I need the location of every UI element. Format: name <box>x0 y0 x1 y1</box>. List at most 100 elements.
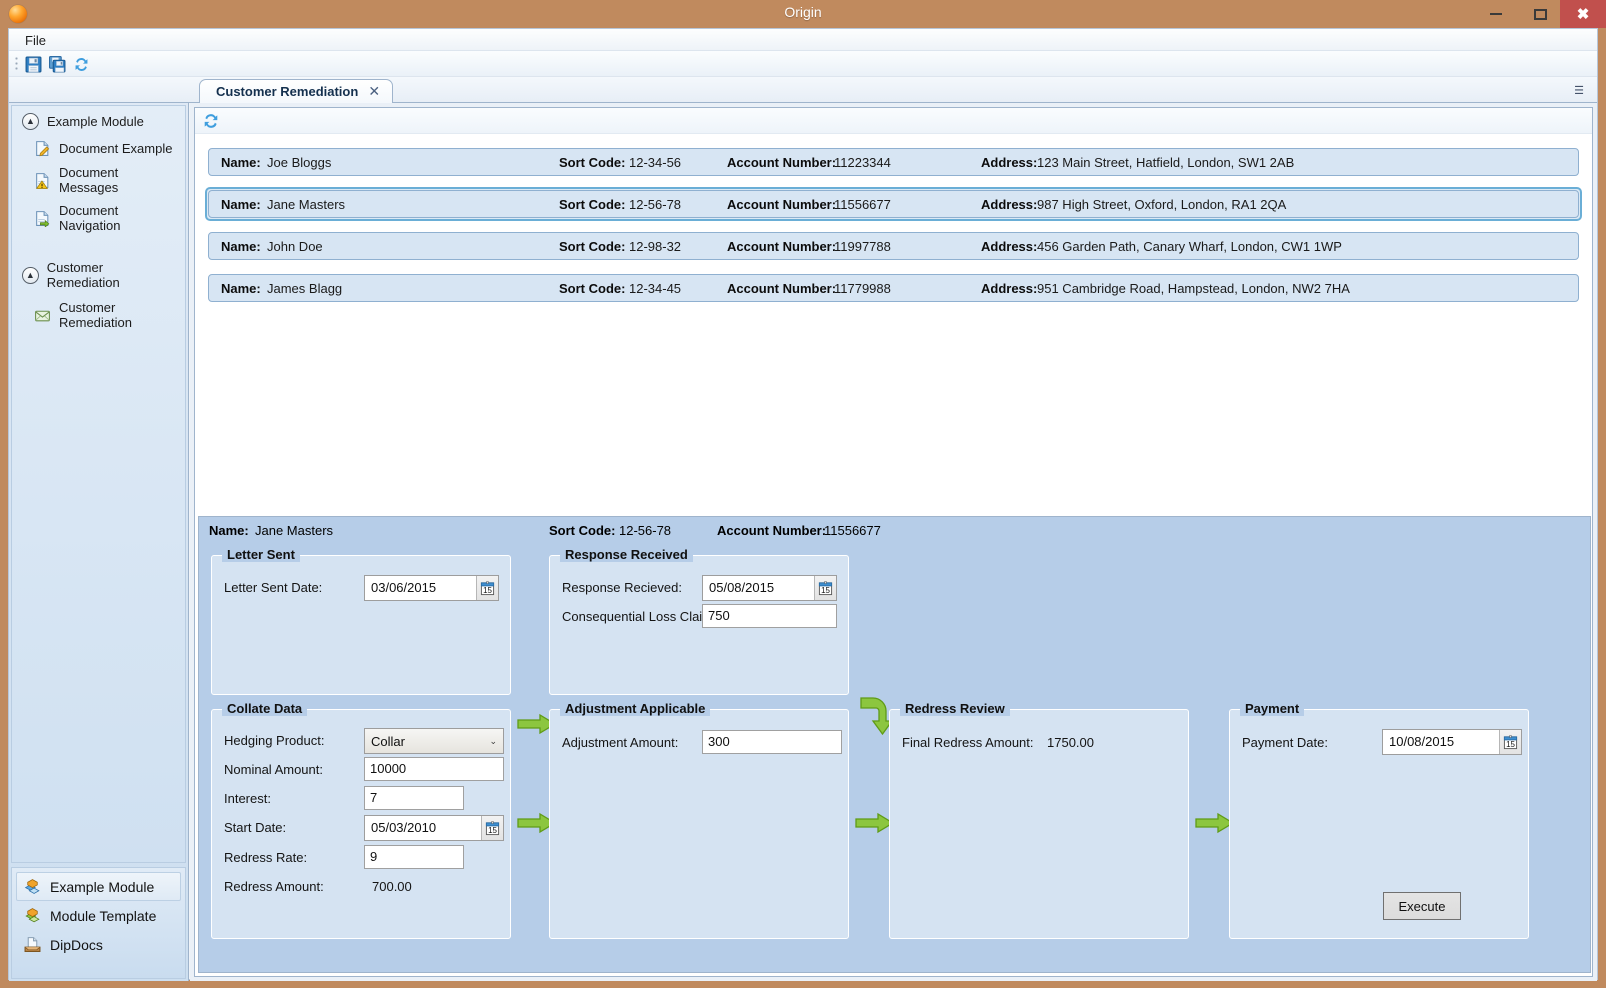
adjustment-applicable-group: Adjustment Applicable Adjustment Amount:… <box>549 709 849 939</box>
account-number-value: 11779988 <box>834 281 891 296</box>
sidebar-group-example-module[interactable]: ▲ Example Module <box>12 106 185 136</box>
letter-sent-date-value[interactable]: 03/06/2015 <box>365 576 476 600</box>
start-date-value[interactable]: 05/03/2010 <box>365 816 481 840</box>
table-row[interactable]: Name: John Doe Sort Code: 12-98-32 Accou… <box>208 232 1579 260</box>
letter-sent-date-picker[interactable]: 03/06/2015 15 <box>364 575 499 601</box>
customer-row-wrapper[interactable]: Name: John Doe Sort Code: 12-98-32 Accou… <box>205 229 1582 263</box>
redress-rate-input[interactable]: 9 <box>364 845 464 869</box>
sidebar-item-document-example[interactable]: Document Example <box>12 136 185 161</box>
refresh-icon <box>202 112 220 130</box>
calendar-icon[interactable]: 15 <box>481 816 503 840</box>
sidebar-item-customer-remediation[interactable]: Customer Remediation <box>12 296 185 334</box>
module-item-label: DipDocs <box>50 937 103 953</box>
detail-name-label: Name: <box>209 523 249 538</box>
name-value: Joe Bloggs <box>267 155 331 170</box>
maximize-button[interactable] <box>1518 0 1562 28</box>
refresh-button[interactable] <box>201 111 221 131</box>
payment-date-picker[interactable]: 10/08/2015 15 <box>1382 729 1522 755</box>
address-label: Address: <box>981 281 1037 296</box>
address-label: Address: <box>981 239 1037 254</box>
payment-date-label: Payment Date: <box>1242 735 1328 750</box>
collate-data-legend: Collate Data <box>222 701 307 716</box>
customer-row-wrapper[interactable]: Name: James Blagg Sort Code: 12-34-45 Ac… <box>205 271 1582 305</box>
response-received-date-picker[interactable]: 05/08/2015 15 <box>702 575 837 601</box>
nominal-amount-input[interactable]: 10000 <box>364 757 504 781</box>
name-label: Name: <box>221 197 261 212</box>
close-button[interactable]: ✖ <box>1560 0 1606 28</box>
content-toolbar <box>195 108 1592 134</box>
toolbar-grip[interactable] <box>15 56 18 72</box>
document-surface: Name: Joe Bloggs Sort Code: 12-34-56 Acc… <box>194 107 1593 977</box>
adjustment-amount-input[interactable]: 300 <box>702 730 842 754</box>
account-number-value: 11556677 <box>834 197 891 212</box>
document-edit-icon <box>34 140 51 157</box>
payment-date-value[interactable]: 10/08/2015 <box>1383 730 1499 754</box>
tab-overflow-menu-icon[interactable]: ☰ <box>1571 83 1587 97</box>
letter-sent-date-label: Letter Sent Date: <box>224 580 322 595</box>
module-item-dipdocs[interactable]: DipDocs <box>16 930 181 959</box>
sidebar-spacer <box>12 237 185 253</box>
svg-text:15: 15 <box>821 586 830 595</box>
table-row[interactable]: Name: Joe Bloggs Sort Code: 12-34-56 Acc… <box>208 148 1579 176</box>
response-received-group: Response Received Response Recieved: 05/… <box>549 555 849 695</box>
account-number-label: Account Number: <box>727 197 836 212</box>
account-number-value: 11223344 <box>834 155 891 170</box>
name-label: Name: <box>221 239 261 254</box>
hedging-product-select[interactable]: Collar ⌄ <box>364 728 504 754</box>
sidebar-item-document-navigation[interactable]: Document Navigation <box>12 199 185 237</box>
sidebar-item-document-messages[interactable]: Document Messages <box>12 161 185 199</box>
address-value: 123 Main Street, Hatfield, London, SW1 2… <box>1037 155 1294 170</box>
module-blue-icon <box>24 878 41 895</box>
final-redress-amount-label: Final Redress Amount: <box>902 735 1034 750</box>
table-row[interactable]: Name: Jane Masters Sort Code: 12-56-78 A… <box>208 190 1579 218</box>
name-value: James Blagg <box>267 281 342 296</box>
name-value: John Doe <box>267 239 323 254</box>
calendar-icon[interactable]: 15 <box>476 576 498 600</box>
menu-bar: File <box>9 29 1597 51</box>
calendar-icon[interactable]: 15 <box>814 576 836 600</box>
interest-input[interactable]: 7 <box>364 786 464 810</box>
sort-code-value: 12-34-56 <box>629 155 681 170</box>
letter-sent-legend: Letter Sent <box>222 547 300 562</box>
sort-code-value: 12-98-32 <box>629 239 681 254</box>
sort-code-label: Sort Code: <box>559 281 625 296</box>
address-value: 456 Garden Path, Canary Wharf, London, C… <box>1037 239 1342 254</box>
customer-list[interactable]: Name: Joe Bloggs Sort Code: 12-34-56 Acc… <box>195 135 1592 510</box>
tab-close-icon[interactable]: ✕ <box>368 83 380 100</box>
response-received-date-label: Response Recieved: <box>562 580 682 595</box>
address-value: 987 High Street, Oxford, London, RA1 2QA <box>1037 197 1286 212</box>
save-icon <box>25 56 42 73</box>
start-date-picker[interactable]: 05/03/2010 15 <box>364 815 504 841</box>
calendar-icon[interactable]: 15 <box>1499 730 1521 754</box>
response-received-date-value[interactable]: 05/08/2015 <box>703 576 814 600</box>
module-item-example-module[interactable]: Example Module <box>16 872 181 901</box>
save-button[interactable] <box>23 54 44 75</box>
name-label: Name: <box>221 281 261 296</box>
sidebar-group-customer-remediation[interactable]: ▲ Customer Remediation <box>12 253 185 296</box>
detail-sort-code-value: 12-56-78 <box>619 523 671 538</box>
sort-code-label: Sort Code: <box>559 239 625 254</box>
redress-review-legend: Redress Review <box>900 701 1010 716</box>
account-number-label: Account Number: <box>727 281 836 296</box>
application-window: Origin ✖ File <box>0 0 1606 988</box>
customer-row-wrapper-selected[interactable]: Name: Jane Masters Sort Code: 12-56-78 A… <box>205 187 1582 221</box>
menu-item-file[interactable]: File <box>17 31 54 50</box>
account-number-value: 11997788 <box>834 239 891 254</box>
customer-row-wrapper[interactable]: Name: Joe Bloggs Sort Code: 12-34-56 Acc… <box>205 145 1582 179</box>
tab-label: Customer Remediation <box>216 84 358 99</box>
module-item-module-template[interactable]: Module Template <box>16 901 181 930</box>
module-green-icon <box>24 907 41 924</box>
window-title: Origin <box>0 4 1606 20</box>
save-all-button[interactable] <box>47 54 68 75</box>
customer-detail-panel: Name: Jane Masters Sort Code: 12-56-78 A… <box>198 516 1591 973</box>
table-row[interactable]: Name: James Blagg Sort Code: 12-34-45 Ac… <box>208 274 1579 302</box>
minimize-button[interactable] <box>1474 0 1518 28</box>
tab-strip: Customer Remediation ✕ ☰ <box>9 77 1597 103</box>
document-arrow-icon <box>34 210 51 227</box>
redress-rate-label: Redress Rate: <box>224 850 307 865</box>
execute-button[interactable]: Execute <box>1383 892 1461 920</box>
tab-customer-remediation[interactable]: Customer Remediation ✕ <box>199 79 393 103</box>
module-item-label: Example Module <box>50 879 154 895</box>
refresh-button[interactable] <box>71 54 92 75</box>
consequential-loss-claim-input[interactable]: 750 <box>702 604 837 628</box>
